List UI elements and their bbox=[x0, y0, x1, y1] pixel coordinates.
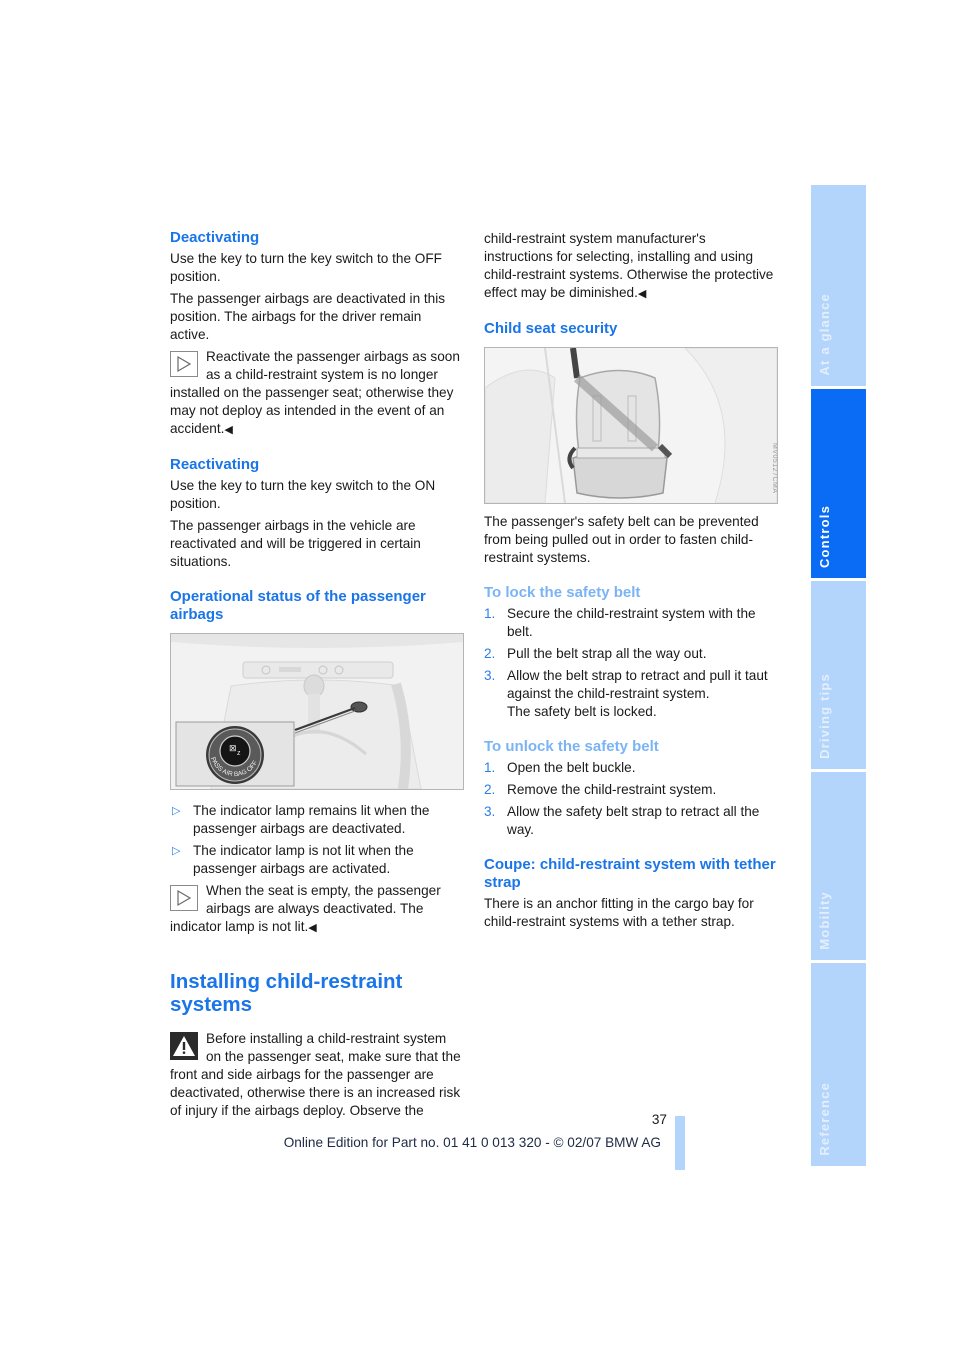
tab-reference[interactable]: Reference bbox=[811, 963, 866, 1166]
deactivating-p1: Use the key to turn the key switch to th… bbox=[170, 251, 442, 284]
step-result: The safety belt is locked. bbox=[507, 704, 657, 719]
empty-seat-note: When the seat is empty, the passenger ai… bbox=[170, 882, 462, 937]
bullet-triangle-icon: ▷ bbox=[172, 805, 181, 817]
step-item: 2. Remove the child-restraint system. bbox=[484, 782, 717, 797]
step-item: 1. Secure the child-restraint system with… bbox=[484, 606, 756, 639]
reactivating-p2: The passenger airbags in the vehicle are… bbox=[170, 518, 421, 569]
tab-controls[interactable]: Controls bbox=[811, 389, 866, 578]
bullet-item: ▷ The indicator lamp remains lit when the… bbox=[172, 803, 430, 836]
svg-text:z: z bbox=[237, 750, 241, 757]
child-seat-figure: MV05127CMA bbox=[484, 347, 778, 504]
child-seat-illustration bbox=[485, 348, 777, 503]
heading-reactivating: Reactivating bbox=[170, 456, 260, 473]
figure-code: MV05127CMA bbox=[771, 443, 778, 494]
step-item: 2. Pull the belt strap all the way out. bbox=[484, 646, 707, 661]
tab-at-a-glance[interactable]: At a glance bbox=[811, 185, 866, 386]
heading-installing: Installing child-restraint systems bbox=[170, 970, 403, 1016]
child-seat-p1: The passenger's safety belt can be preve… bbox=[484, 514, 759, 565]
installing-warning-text: Before installing a child-restraint syst… bbox=[170, 1031, 461, 1118]
heading-child-seat-security: Child seat security bbox=[484, 320, 618, 337]
warning-triangle-icon bbox=[170, 1032, 198, 1060]
unlock-steps: 1. Open the belt buckle. 2. Remove the chi… bbox=[484, 759, 776, 839]
center-console-illustration: ⊠ z PASS AIR BAG OFF bbox=[171, 634, 463, 789]
empty-seat-note-text: When the seat is empty, the passenger ai… bbox=[170, 883, 441, 934]
indicator-bullets: ▷ The indicator lamp remains lit when the… bbox=[170, 802, 462, 878]
tab-mobility[interactable]: Mobility bbox=[811, 772, 866, 960]
coupe-p1: There is an anchor fitting in the cargo … bbox=[484, 896, 754, 929]
step-item: 3. Allow the belt strap to retract and pu… bbox=[484, 668, 768, 719]
tab-driving-tips[interactable]: Driving tips bbox=[811, 581, 866, 769]
end-mark-icon: ◀ bbox=[637, 288, 647, 300]
heading-deactivating: Deactivating bbox=[170, 229, 260, 246]
heading-lock-belt: To lock the safety belt bbox=[484, 584, 641, 601]
deactivating-note: Reactivate the passenger airbags as soon… bbox=[170, 348, 462, 439]
note-arrow-icon bbox=[170, 351, 198, 377]
end-mark-icon: ◀ bbox=[224, 424, 233, 436]
end-mark-icon: ◀ bbox=[308, 922, 317, 934]
left-column: Deactivating Use the key to turn the key… bbox=[170, 228, 464, 1120]
footer-accent-bar bbox=[675, 1116, 685, 1170]
heading-coupe-tether: Coupe: child-restraint system with tethe… bbox=[484, 856, 776, 891]
right-column: child-restraint system manufacturer's in… bbox=[484, 228, 778, 931]
edition-footer: Online Edition for Part no. 01 41 0 013 … bbox=[283, 1135, 661, 1150]
step-item: 1. Open the belt buckle. bbox=[484, 760, 636, 775]
reactivating-p1: Use the key to turn the key switch to th… bbox=[170, 478, 436, 511]
svg-text:⊠: ⊠ bbox=[229, 743, 237, 753]
bullet-item: ▷ The indicator lamp is not lit when the … bbox=[172, 843, 414, 876]
heading-operational-status: Operational status of the passenger airb… bbox=[170, 588, 426, 623]
page-number: 37 bbox=[651, 1112, 667, 1127]
airbag-indicator-figure: ⊠ z PASS AIR BAG OFF bbox=[170, 633, 464, 790]
step-item: 3. Allow the safety belt strap to retract… bbox=[484, 804, 760, 837]
deactivating-p2: The passenger airbags are deactivated in… bbox=[170, 291, 446, 342]
heading-unlock-belt: To unlock the safety belt bbox=[484, 738, 659, 755]
note-arrow-icon bbox=[170, 885, 198, 911]
bullet-triangle-icon: ▷ bbox=[172, 845, 181, 857]
continuation-text: child-restraint system manufacturer's in… bbox=[484, 231, 774, 300]
installing-warning: Before installing a child-restraint syst… bbox=[170, 1030, 462, 1120]
lock-steps: 1. Secure the child-restraint system with… bbox=[484, 605, 776, 721]
deactivating-note-text: Reactivate the passenger airbags as soon… bbox=[170, 349, 460, 436]
